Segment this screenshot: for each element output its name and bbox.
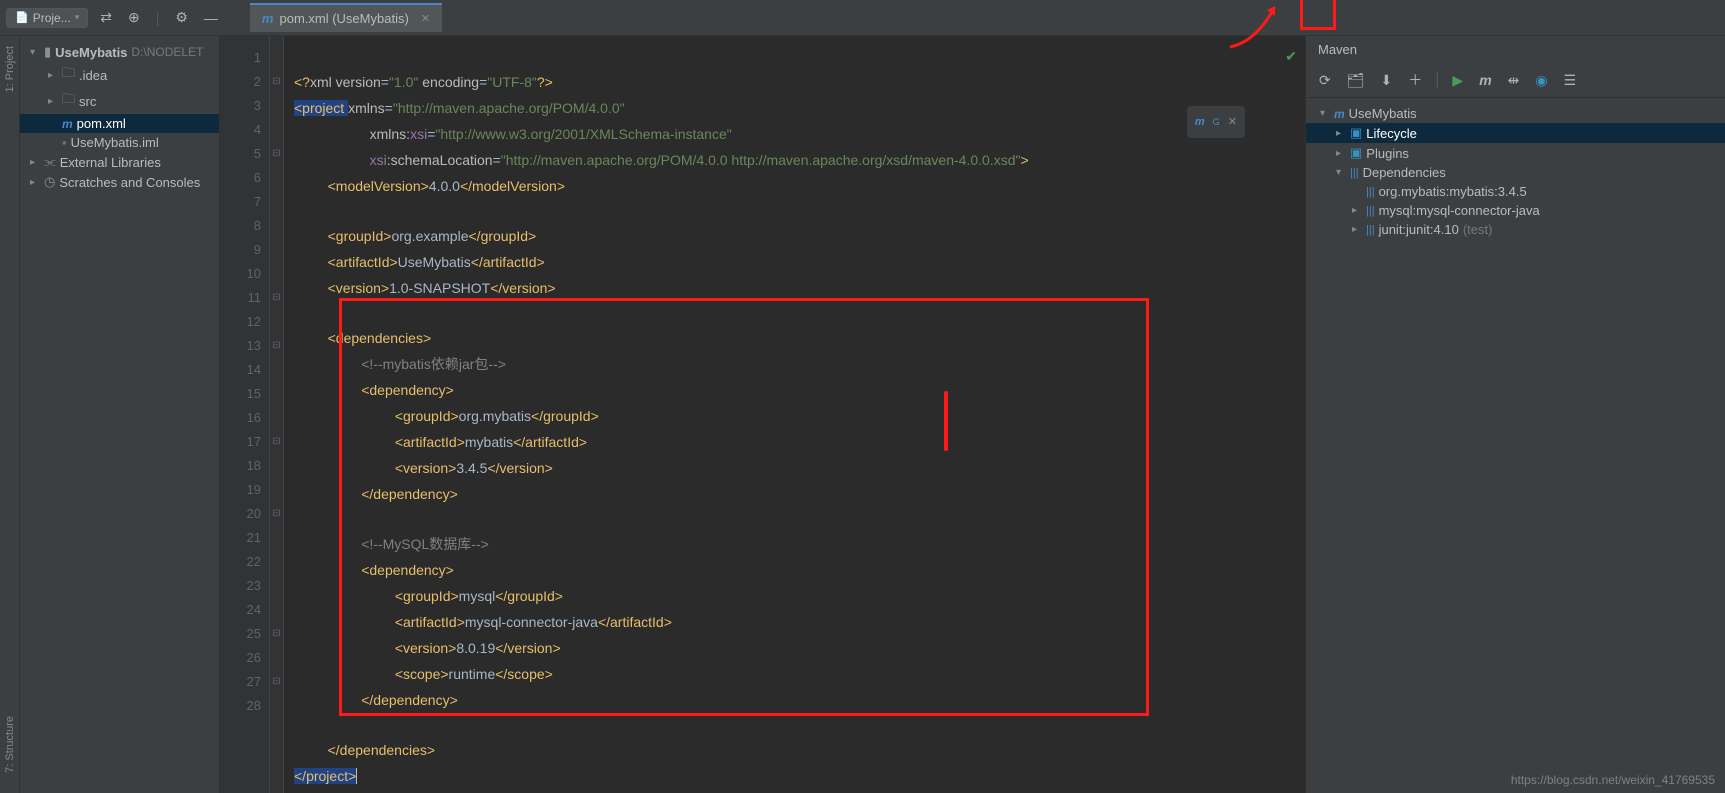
maven-dep-mybatis[interactable]: |||org.mybatis:mybatis:3.4.5 (1306, 182, 1725, 201)
tree-idea[interactable]: ▸🗀.idea (20, 62, 219, 88)
inspection-ok-icon: ✔ (1285, 44, 1297, 68)
maven-reload-hint[interactable]: mG ✕ (1187, 106, 1245, 138)
watermark: https://blog.csdn.net/weixin_41769535 (1511, 773, 1715, 787)
project-selector[interactable]: Proje...▾ (6, 8, 88, 28)
run-icon[interactable]: ▶ (1449, 69, 1466, 92)
code-area[interactable]: <?xml version="1.0" encoding="UTF-8"?> <… (284, 36, 1305, 793)
download-icon[interactable]: ⬇ (1378, 69, 1396, 92)
add-icon[interactable]: ＋ (1405, 67, 1425, 93)
maven-plugins[interactable]: ▸▣Plugins (1306, 143, 1725, 163)
maven-root[interactable]: ▾mUseMybatis (1306, 104, 1725, 123)
tree-scratches[interactable]: ▸◷Scratches and Consoles (20, 172, 219, 192)
toggle-offline-icon[interactable]: ⇹ (1505, 69, 1523, 92)
generate-sources-icon[interactable]: 🗂 (1344, 69, 1368, 92)
editor-tabs: m pom.xml (UseMybatis) ✕ (250, 3, 442, 32)
maven-file-icon: m (262, 11, 274, 26)
collapse-icon[interactable]: ⊕ (124, 5, 144, 30)
top-toolbar: Proje...▾ ⇄ ⊕ | ⚙ — m pom.xml (UseMybati… (0, 0, 1725, 36)
project-tree: ▾▮ UseMybatis D:\NODELET ▸🗀.idea ▸🗀src m… (20, 36, 220, 793)
hide-icon[interactable]: — (200, 6, 222, 30)
tab-pom-xml[interactable]: m pom.xml (UseMybatis) ✕ (250, 3, 442, 32)
tree-iml[interactable]: ▪UseMybatis.iml (20, 133, 219, 152)
line-gutter: 1234567891011121314151617181920212223242… (220, 36, 270, 793)
maven-tree: ▾mUseMybatis ▸▣Lifecycle ▸▣Plugins ▾|||D… (1306, 98, 1725, 245)
structure-toolwindow-button[interactable]: 7: Structure (4, 716, 16, 773)
left-tool-strip: 1: Project 7: Structure (0, 36, 20, 793)
tree-root[interactable]: ▾▮ UseMybatis D:\NODELET (20, 42, 219, 62)
divider-icon: | (152, 6, 164, 30)
collapse-all-icon[interactable]: ◉ (1532, 69, 1550, 92)
maven-lifecycle[interactable]: ▸▣Lifecycle (1306, 123, 1725, 143)
tree-root-path: D:\NODELET (131, 45, 203, 59)
annotation-red-line (944, 391, 948, 451)
maven-toolbar: ⟳ 🗂 ⬇ ＋ | ▶ m ⇹ ◉ ☰ (1306, 63, 1725, 98)
tree-external[interactable]: ▸⫘External Libraries (20, 152, 219, 172)
maven-tool-window: Maven ⟳ 🗂 ⬇ ＋ | ▶ m ⇹ ◉ ☰ ▾mUseMybatis ▸… (1305, 36, 1725, 793)
tree-src[interactable]: ▸🗀src (20, 88, 219, 114)
maven-title: Maven (1306, 36, 1725, 63)
project-toolwindow-button[interactable]: 1: Project (4, 46, 16, 92)
tree-pom[interactable]: mpom.xml (20, 114, 219, 133)
close-tab-icon[interactable]: ✕ (421, 12, 430, 25)
editor: 1234567891011121314151617181920212223242… (220, 36, 1305, 793)
expand-all-icon[interactable]: ⇄ (96, 5, 116, 30)
close-hint-icon[interactable]: ✕ (1228, 110, 1237, 134)
maven-dep-mysql[interactable]: ▸|||mysql:mysql-connector-java (1306, 201, 1725, 220)
maven-m-icon[interactable]: m (1476, 69, 1494, 91)
tree-root-name: UseMybatis (55, 45, 127, 60)
tab-title: pom.xml (UseMybatis) (279, 11, 408, 26)
settings-icon[interactable]: ⚙ (171, 5, 192, 30)
maven-dep-junit[interactable]: ▸|||junit:junit:4.10 (test) (1306, 220, 1725, 239)
fold-gutter: ⊟⊟ ⊟⊟⊟⊟ ⊟⊟ (270, 36, 284, 793)
show-settings-icon[interactable]: ☰ (1561, 69, 1580, 92)
maven-dependencies[interactable]: ▾|||Dependencies (1306, 163, 1725, 182)
reload-icon[interactable]: ⟳ (1316, 69, 1334, 92)
